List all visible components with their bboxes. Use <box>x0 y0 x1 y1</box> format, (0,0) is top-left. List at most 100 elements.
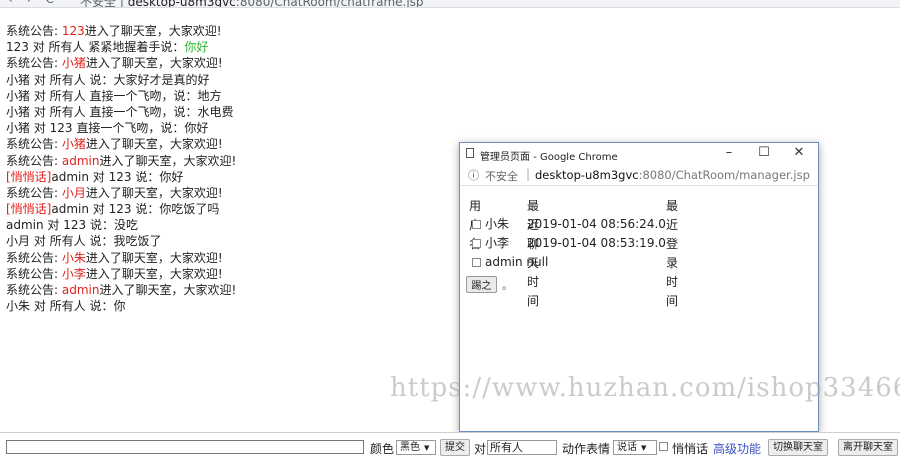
chat-text: 系统公告: <box>6 266 62 281</box>
user-name: 小李 <box>485 236 510 250</box>
user-table-header: 用户名 最近聊天时间 最近登录时间 <box>469 197 678 308</box>
chat-highlight: [悄悄话] <box>6 202 52 217</box>
chat-text: 小猪 对 所有人 直接一个飞吻，说：地方 <box>6 88 222 103</box>
chat-highlight: 123 <box>61 24 85 38</box>
chat-text: 进入了聊天室，大家欢迎! <box>99 283 237 297</box>
chat-highlight: admin <box>61 283 100 297</box>
user-last-chat: 2019-01-04 08:56:24.0 <box>527 217 666 231</box>
chat-text: 系统公告: <box>6 283 62 297</box>
popup-url[interactable]: desktop-u8m3gvc:8080/ChatRoom/manager.js… <box>535 168 810 182</box>
chat-text: 小猪 对 所有人 直接一个飞吻，说：水电费 <box>6 104 234 119</box>
chat-highlight: [悄悄话] <box>6 169 52 184</box>
popup-titlebar[interactable]: 管理员页面 - Google Chrome – ☐ ✕ <box>460 143 818 165</box>
trailing-dot: 。 <box>502 279 513 292</box>
chat-message: 系统公告: 小朱进入了聊天室，大家欢迎! <box>6 250 456 266</box>
switch-room-button[interactable]: 切换聊天室 <box>768 439 828 456</box>
popup-url-host: desktop-u8m3gvc <box>535 168 639 182</box>
chat-text: 系统公告: <box>6 24 62 38</box>
popup-address-bar[interactable]: ⓘ 不安全 | desktop-u8m3gvc:8080/ChatRoom/ma… <box>460 165 818 186</box>
popup-title: 管理员页面 - Google Chrome <box>480 152 618 163</box>
color-label: 颜色 <box>370 442 395 456</box>
chat-text: 系统公告: <box>6 250 62 265</box>
chat-highlight: 小猪 <box>61 56 86 71</box>
chat-highlight: 小月 <box>61 185 86 200</box>
chat-highlight: 你好 <box>184 40 209 55</box>
kick-button[interactable]: 踢之 <box>466 276 497 293</box>
browser-address-bar: ‹›C 不安全 | desktop-u8m3gvc:8080/ChatRoom/… <box>0 0 900 8</box>
page-icon <box>466 148 474 158</box>
chat-text: admin 对 123 说：你好 <box>51 169 184 184</box>
color-select-value: 黑色 <box>400 442 420 453</box>
chat-text: 进入了聊天室，大家欢迎! <box>85 56 223 71</box>
popup-url-path: :8080/ChatRoom/manager.jsp <box>638 168 810 182</box>
browser-nav-icons[interactable]: ‹›C <box>8 0 68 6</box>
table-row: 小朱 2019-01-04 08:56:24.0 <box>469 215 666 234</box>
chevron-down-icon: ▼ <box>641 444 647 452</box>
chat-text: 小猪 对 123 直接一个飞吻，说：你好 <box>6 121 209 136</box>
advanced-link[interactable]: 高级功能 <box>713 440 761 457</box>
chat-message: 系统公告: 123进入了聊天室，大家欢迎! <box>6 23 456 39</box>
chat-message: 系统公告: 小猪进入了聊天室，大家欢迎! <box>6 136 456 152</box>
whisper-label: 悄悄话 <box>672 442 709 456</box>
chat-highlight: 小李 <box>61 266 86 281</box>
chat-text: 进入了聊天室，大家欢迎! <box>85 137 223 152</box>
chat-text: 小月 对 所有人 说：我吃饭了 <box>6 234 162 249</box>
chat-message: 小猪 对 123 直接一个飞吻，说：你好 <box>6 120 456 136</box>
chat-message: 123 对 所有人 紧紧地握着手说：你好 <box>6 39 456 55</box>
submit-button[interactable]: 提交 <box>440 439 470 456</box>
chat-text: 进入了聊天室，大家欢迎! <box>85 266 223 281</box>
whisper-checkbox[interactable] <box>659 442 668 451</box>
chat-message: 系统公告: 小猪进入了聊天室，大家欢迎! <box>6 55 456 71</box>
chat-text: admin 对 123 说：你吃饭了吗 <box>51 202 220 217</box>
minimize-icon[interactable]: – <box>718 145 740 160</box>
chat-message: admin 对 123 说：没吃 <box>6 217 456 233</box>
header-last-login: 最近登录时间 <box>666 199 679 308</box>
leave-room-button[interactable]: 离开聊天室 <box>838 439 898 456</box>
chat-text: 进入了聊天室，大家欢迎! <box>99 153 237 168</box>
user-checkbox[interactable] <box>472 239 481 248</box>
chat-message: 小朱 对 所有人 说：你 <box>6 298 456 314</box>
chat-text: 进入了聊天室，大家欢迎! <box>85 250 223 265</box>
message-input[interactable] <box>6 440 364 454</box>
chat-log: 系统公告: 123进入了聊天室，大家欢迎! 123 对 所有人 紧紧地握着手说：你… <box>6 23 456 314</box>
action-select[interactable]: 说话 ▼ <box>613 440 657 455</box>
table-row: 小李 2019-01-04 08:53:19.0 <box>469 234 666 253</box>
chat-text: 123 对 所有人 紧紧地握着手说： <box>6 40 185 55</box>
chat-message: 系统公告: admin进入了聊天室，大家欢迎! <box>6 282 456 298</box>
chat-highlight: admin <box>61 153 100 168</box>
chat-text: 系统公告: <box>6 56 62 71</box>
browser-url[interactable]: 不安全 | desktop-u8m3gvc:8080/ChatRoom/chat… <box>80 0 424 8</box>
chat-text: 进入了聊天室，大家欢迎! <box>84 24 222 38</box>
action-label: 动作表情 <box>562 442 611 456</box>
popup-security-label: 不安全 <box>485 170 518 183</box>
chat-message: 小猪 对 所有人 说：大家好才是真的好 <box>6 72 456 88</box>
user-last-chat: 2019-01-04 08:53:19.0 <box>527 236 666 250</box>
recipient-input[interactable]: 所有人 <box>487 440 557 455</box>
chat-text: 系统公告: <box>6 153 62 168</box>
chat-text: admin 对 123 说：没吃 <box>6 218 138 233</box>
chat-message: [悄悄话]admin 对 123 说：你吃饭了吗 <box>6 201 456 217</box>
chat-message: 小猪 对 所有人 直接一个飞吻，说：水电费 <box>6 104 456 120</box>
chat-highlight: 小朱 <box>61 250 86 265</box>
maximize-icon[interactable]: ☐ <box>753 145 775 160</box>
table-row: admin null <box>469 253 548 272</box>
color-select[interactable]: 黑色 ▼ <box>396 440 436 455</box>
chat-message: 系统公告: 小月进入了聊天室，大家欢迎! <box>6 185 456 201</box>
manager-popup-window[interactable]: 管理员页面 - Google Chrome – ☐ ✕ ⓘ 不安全 | desk… <box>459 142 819 432</box>
chat-message: 系统公告: 小李进入了聊天室，大家欢迎! <box>6 266 456 282</box>
chat-text: 小猪 对 所有人 说：大家好才是真的好 <box>6 72 210 87</box>
chat-message: 系统公告: admin进入了聊天室，大家欢迎! <box>6 153 456 169</box>
chat-text: 小朱 对 所有人 说：你 <box>6 299 126 314</box>
action-select-value: 说话 <box>617 442 637 453</box>
user-name: 小朱 <box>485 217 510 231</box>
info-icon[interactable]: ⓘ <box>468 167 479 183</box>
url-path: :8080/ChatRoom/chatframe.jsp <box>235 0 424 8</box>
chat-highlight: 小猪 <box>61 137 86 152</box>
url-host: desktop-u8m3gvc <box>127 0 236 8</box>
chat-text: 进入了聊天室，大家欢迎! <box>85 185 223 200</box>
user-checkbox[interactable] <box>472 258 481 267</box>
close-icon[interactable]: ✕ <box>788 145 810 160</box>
chat-message: 小猪 对 所有人 直接一个飞吻，说：地方 <box>6 88 456 104</box>
user-checkbox[interactable] <box>472 220 481 229</box>
user-table: 用户名 最近聊天时间 最近登录时间 小朱 2019-01-04 08:56:24… <box>469 197 678 308</box>
